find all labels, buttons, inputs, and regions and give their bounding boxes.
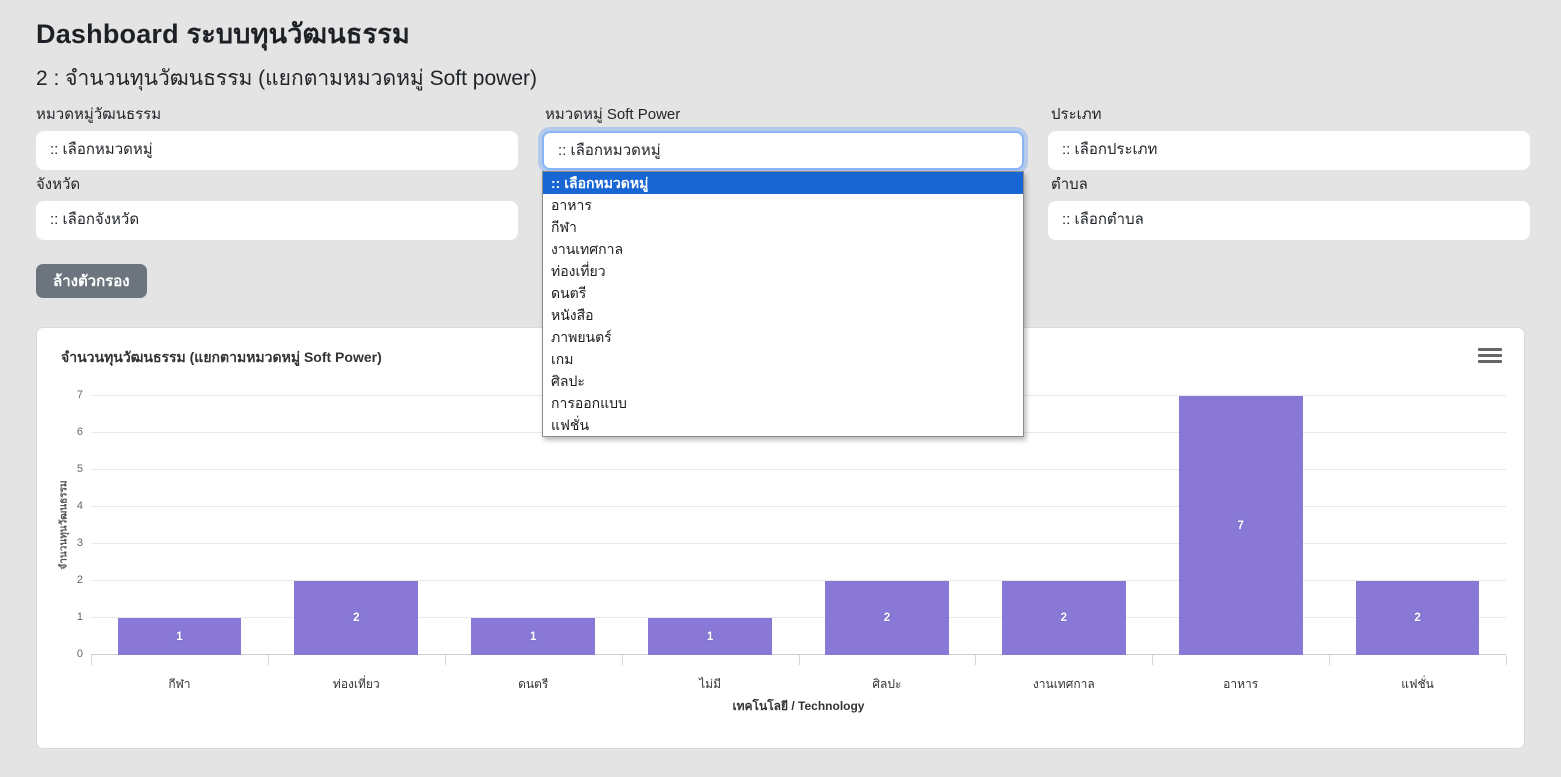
soft-power-dropdown-list: :: เลือกหมวดหมู่อาหารกีฬางานเทศกาลท่องเท…	[542, 171, 1024, 437]
bar-data-label: 1	[707, 631, 713, 643]
x-axis-tick	[1506, 655, 1507, 665]
dropdown-option[interactable]: ท่องเที่ยว	[543, 260, 1023, 282]
bar-ไม่มี[interactable]: 1	[648, 618, 772, 655]
dropdown-option[interactable]: อาหาร	[543, 194, 1023, 216]
dropdown-option[interactable]: หนังสือ	[543, 304, 1023, 326]
clear-filters-button[interactable]: ล้างตัวกรอง	[36, 264, 147, 298]
province-select[interactable]: :: เลือกจังหวัด	[36, 201, 518, 240]
hamburger-icon	[1478, 348, 1502, 351]
y-axis-tick-label: 0	[49, 648, 83, 660]
x-axis-category-label: ศิลปะ	[799, 665, 976, 694]
y-axis-tick-label: 3	[49, 537, 83, 549]
x-axis-tick	[268, 655, 269, 665]
x-axis-category-label: ดนตรี	[445, 665, 622, 694]
dropdown-option[interactable]: ภาพยนตร์	[543, 326, 1023, 348]
type-label: ประเภท	[1051, 102, 1102, 126]
bar-กีฬา[interactable]: 1	[118, 618, 242, 655]
bar-data-label: 2	[353, 612, 359, 624]
page-subtitle: 2 : จำนวนทุนวัฒนธรรม (แยกตามหมวดหมู่ Sof…	[36, 62, 537, 95]
x-axis-tick	[1152, 655, 1153, 665]
hamburger-icon	[1478, 360, 1502, 363]
subdistrict-label: ตำบล	[1051, 172, 1088, 196]
x-axis-category-label: ท่องเที่ยว	[268, 665, 445, 694]
bar-data-label: 2	[884, 612, 890, 624]
y-axis-title: จำนวนทุนวัฒนธรรม	[57, 480, 72, 569]
x-axis-tick	[91, 655, 92, 665]
culture-category-select[interactable]: :: เลือกหมวดหมู่	[36, 131, 518, 170]
dropdown-option[interactable]: การออกแบบ	[543, 392, 1023, 414]
x-axis-category-label: ไม่มี	[622, 665, 799, 694]
y-axis-tick-label: 7	[49, 389, 83, 401]
bar-data-label: 7	[1237, 520, 1243, 532]
dropdown-option[interactable]: กีฬา	[543, 216, 1023, 238]
dropdown-option[interactable]: แฟชั่น	[543, 414, 1023, 436]
y-axis-tick-label: 1	[49, 611, 83, 623]
subdistrict-select[interactable]: :: เลือกตำบล	[1048, 201, 1530, 240]
bar-ท่องเที่ยว[interactable]: 2	[294, 581, 418, 655]
bar-ศิลปะ[interactable]: 2	[825, 581, 949, 655]
hamburger-icon	[1478, 354, 1502, 357]
bar-data-label: 2	[1061, 612, 1067, 624]
x-axis-tick	[445, 655, 446, 665]
bar-งานเทศกาล[interactable]: 2	[1002, 581, 1126, 655]
y-axis-tick-label: 5	[49, 463, 83, 475]
page-title: Dashboard ระบบทุนวัฒนธรรม	[36, 12, 410, 55]
soft-power-label: หมวดหมู่ Soft Power	[545, 102, 680, 126]
x-axis-title: เทคโนโลยี / Technology	[91, 697, 1506, 716]
bar-data-label: 2	[1414, 612, 1420, 624]
y-axis-tick-label: 4	[49, 500, 83, 512]
x-axis-tick	[622, 655, 623, 665]
culture-category-label: หมวดหมู่วัฒนธรรม	[36, 102, 161, 126]
x-axis-tick	[799, 655, 800, 665]
x-axis-category-label: กีฬา	[91, 665, 268, 694]
bar-แฟชั่น[interactable]: 2	[1356, 581, 1480, 655]
x-axis-tick	[975, 655, 976, 665]
y-axis-tick-label: 6	[49, 426, 83, 438]
chart-title: จำนวนทุนวัฒนธรรม (แยกตามหมวดหมู่ Soft Po…	[61, 347, 382, 369]
chart-context-menu-button[interactable]	[1478, 344, 1502, 366]
bar-data-label: 1	[530, 631, 536, 643]
province-label: จังหวัด	[36, 172, 80, 196]
y-axis-tick-label: 2	[49, 574, 83, 586]
x-axis-tick	[1329, 655, 1330, 665]
soft-power-select[interactable]: :: เลือกหมวดหมู่	[542, 131, 1024, 170]
dropdown-option[interactable]: :: เลือกหมวดหมู่	[543, 172, 1023, 194]
dropdown-option[interactable]: เกม	[543, 348, 1023, 370]
type-select[interactable]: :: เลือกประเภท	[1048, 131, 1530, 170]
bar-data-label: 1	[176, 631, 182, 643]
dropdown-option[interactable]: งานเทศกาล	[543, 238, 1023, 260]
x-axis-category-label: งานเทศกาล	[975, 665, 1152, 694]
x-axis-category-label: แฟชั่น	[1329, 665, 1506, 694]
dropdown-option[interactable]: ดนตรี	[543, 282, 1023, 304]
x-axis-category-label: อาหาร	[1152, 665, 1329, 694]
bar-ดนตรี[interactable]: 1	[471, 618, 595, 655]
x-axis-category-labels: กีฬาท่องเที่ยวดนตรีไม่มีศิลปะงานเทศกาลอา…	[91, 665, 1506, 694]
bar-อาหาร[interactable]: 7	[1179, 396, 1303, 655]
dropdown-option[interactable]: ศิลปะ	[543, 370, 1023, 392]
